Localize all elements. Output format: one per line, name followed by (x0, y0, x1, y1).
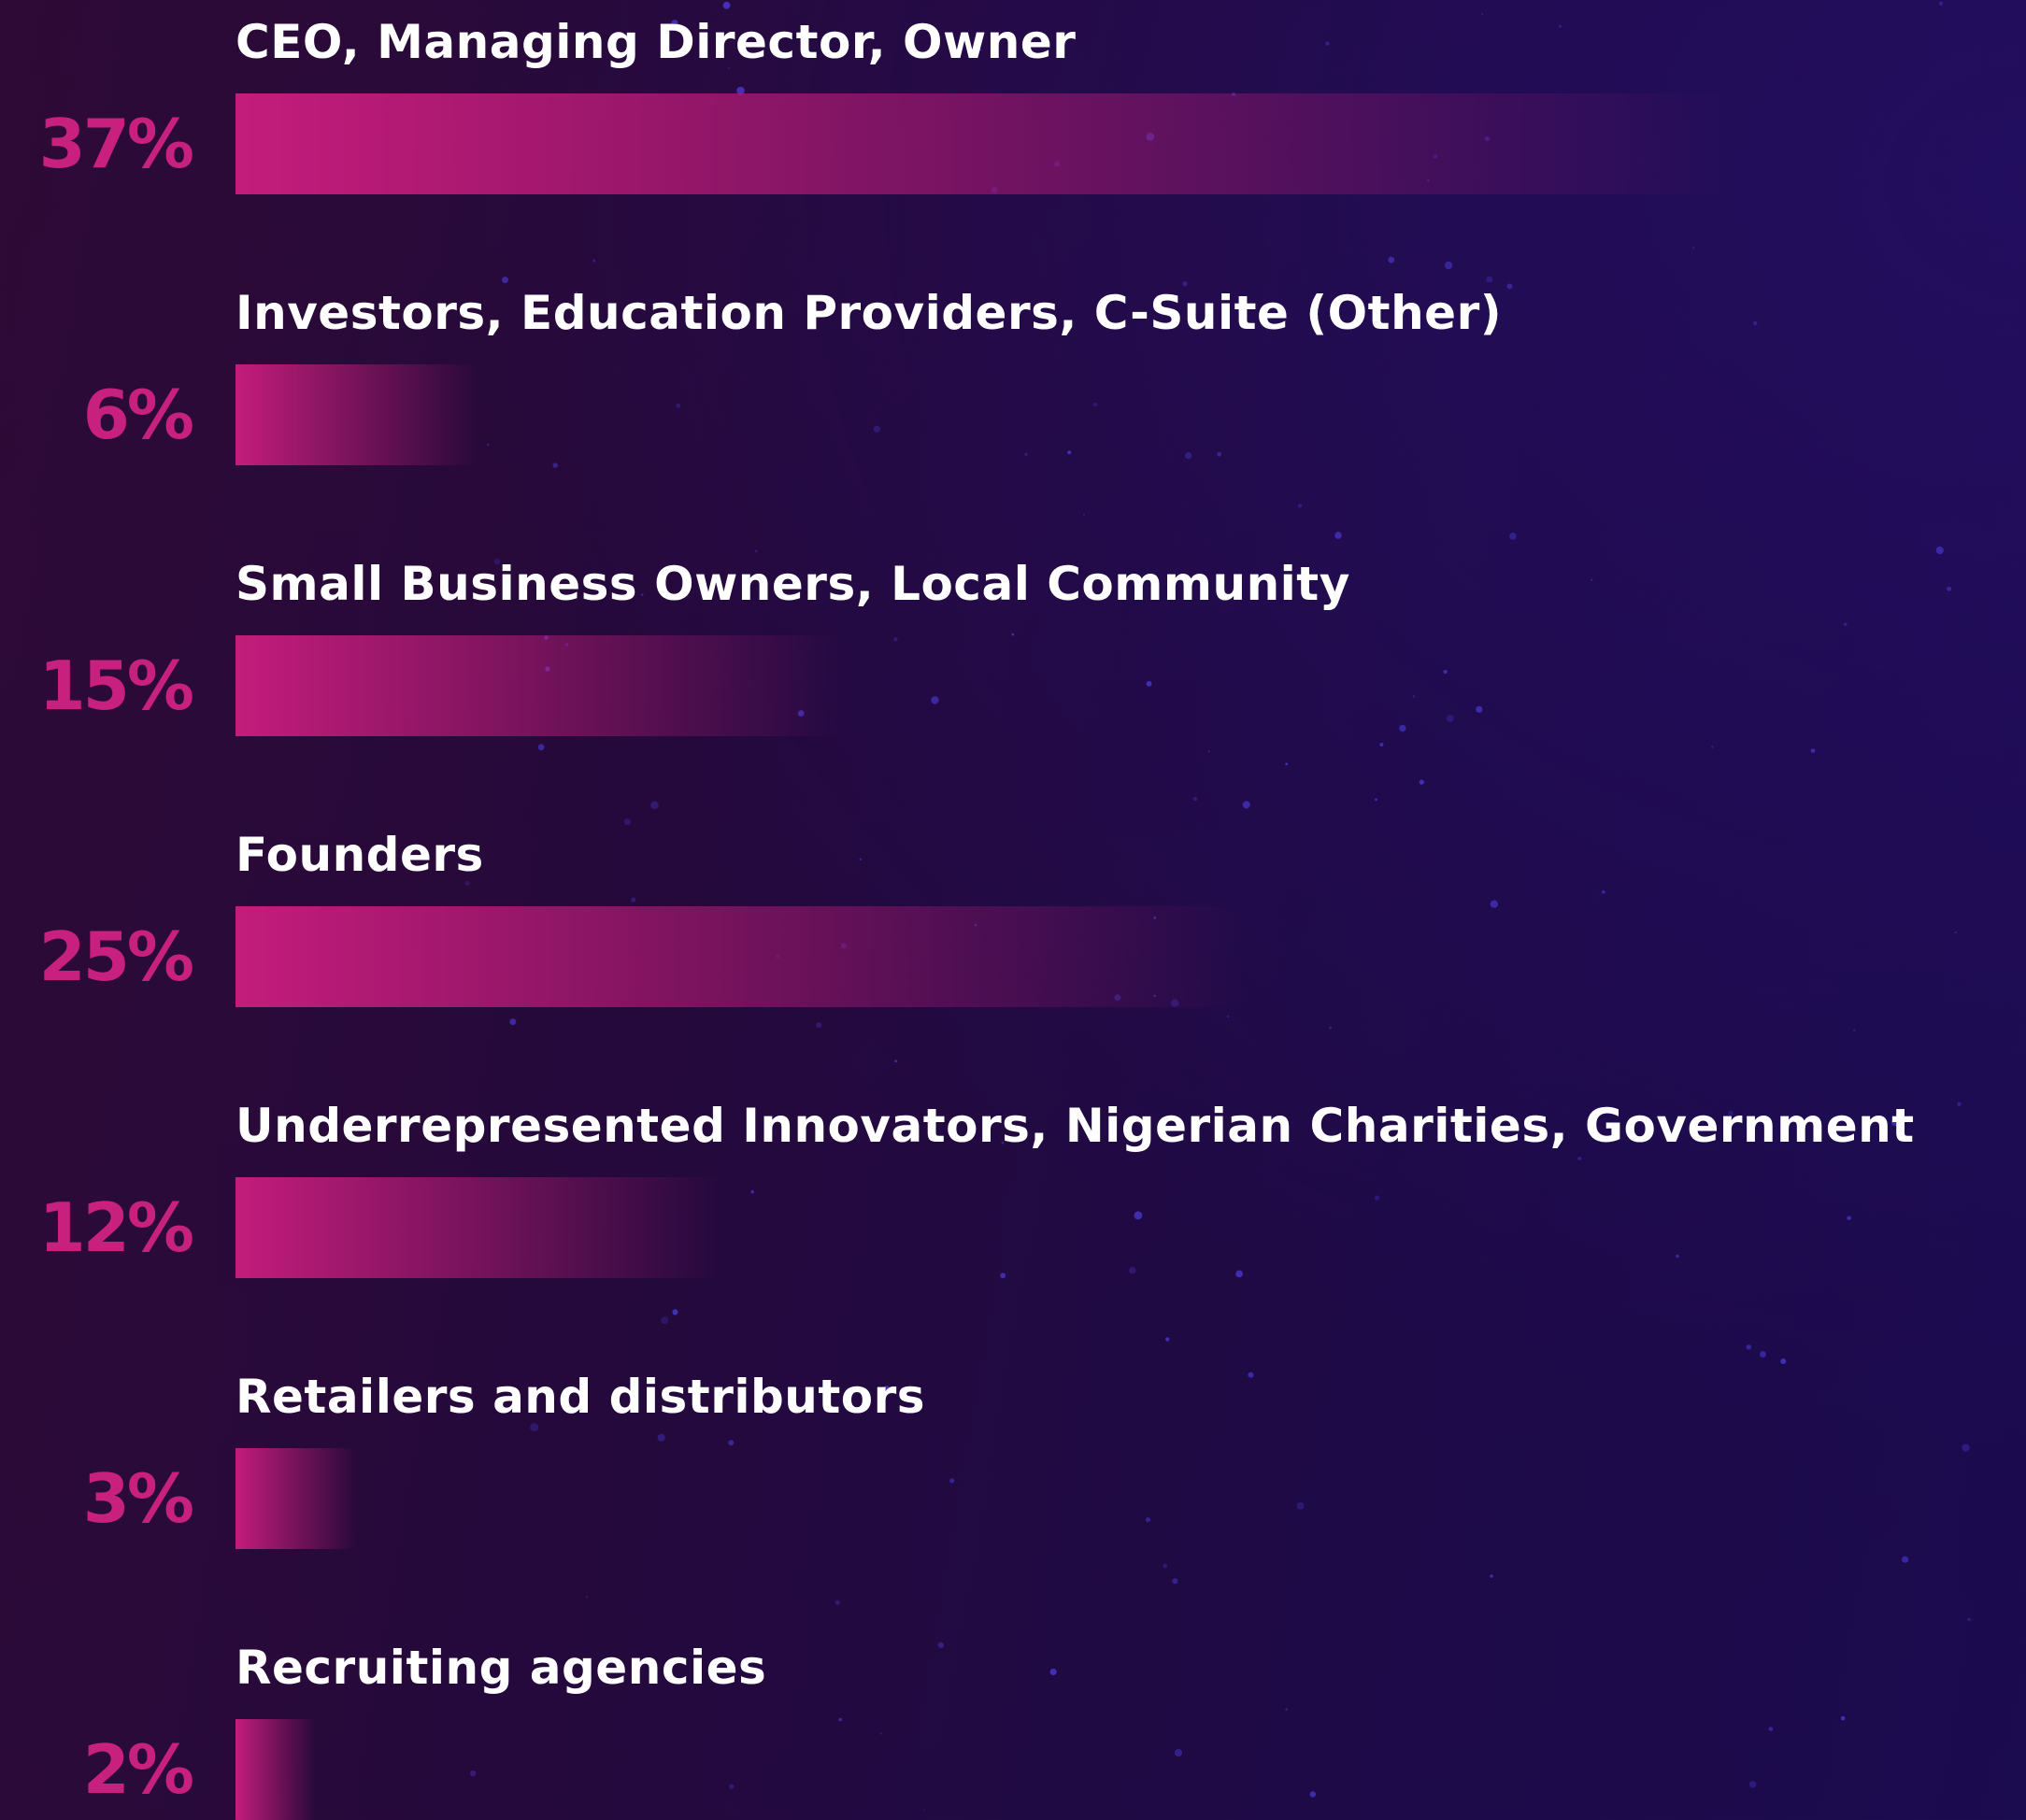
bar (235, 1177, 721, 1278)
value-label: 37% (38, 105, 194, 183)
bar-row-retailers: Retailers and distributors 3% (0, 1355, 2026, 1626)
category-label: CEO, Managing Director, Owner (235, 15, 1077, 69)
bar-row-underrepresented: Underrepresented Innovators, Nigerian Ch… (0, 1084, 2026, 1355)
bar-row-ceo: CEO, Managing Director, Owner 37% (0, 0, 2026, 271)
bar-row-recruiting: Recruiting agencies 2% (0, 1626, 2026, 1820)
category-label: Small Business Owners, Local Community (235, 557, 1350, 611)
horizontal-bar-chart: CEO, Managing Director, Owner 37% Invest… (0, 0, 2026, 1820)
value-label: 6% (82, 376, 194, 454)
bar-row-small-business: Small Business Owners, Local Community 1… (0, 542, 2026, 813)
category-label: Founders (235, 828, 484, 882)
category-label: Recruiting agencies (235, 1641, 767, 1695)
bar (235, 364, 478, 465)
value-label: 25% (38, 917, 194, 996)
bar-row-investors: Investors, Education Providers, C-Suite … (0, 271, 2026, 542)
bar (235, 1719, 316, 1820)
value-label: 12% (38, 1188, 194, 1267)
bar (235, 635, 842, 736)
bar-row-founders: Founders 25% (0, 813, 2026, 1084)
bar (235, 93, 1731, 194)
category-label: Investors, Education Providers, C-Suite … (235, 286, 1503, 340)
category-label: Underrepresented Innovators, Nigerian Ch… (235, 1099, 1915, 1153)
category-label: Retailers and distributors (235, 1370, 926, 1424)
value-label: 3% (82, 1459, 194, 1538)
value-label: 2% (82, 1730, 194, 1809)
value-label: 15% (38, 647, 194, 725)
bar (235, 906, 1246, 1007)
bar (235, 1448, 357, 1549)
